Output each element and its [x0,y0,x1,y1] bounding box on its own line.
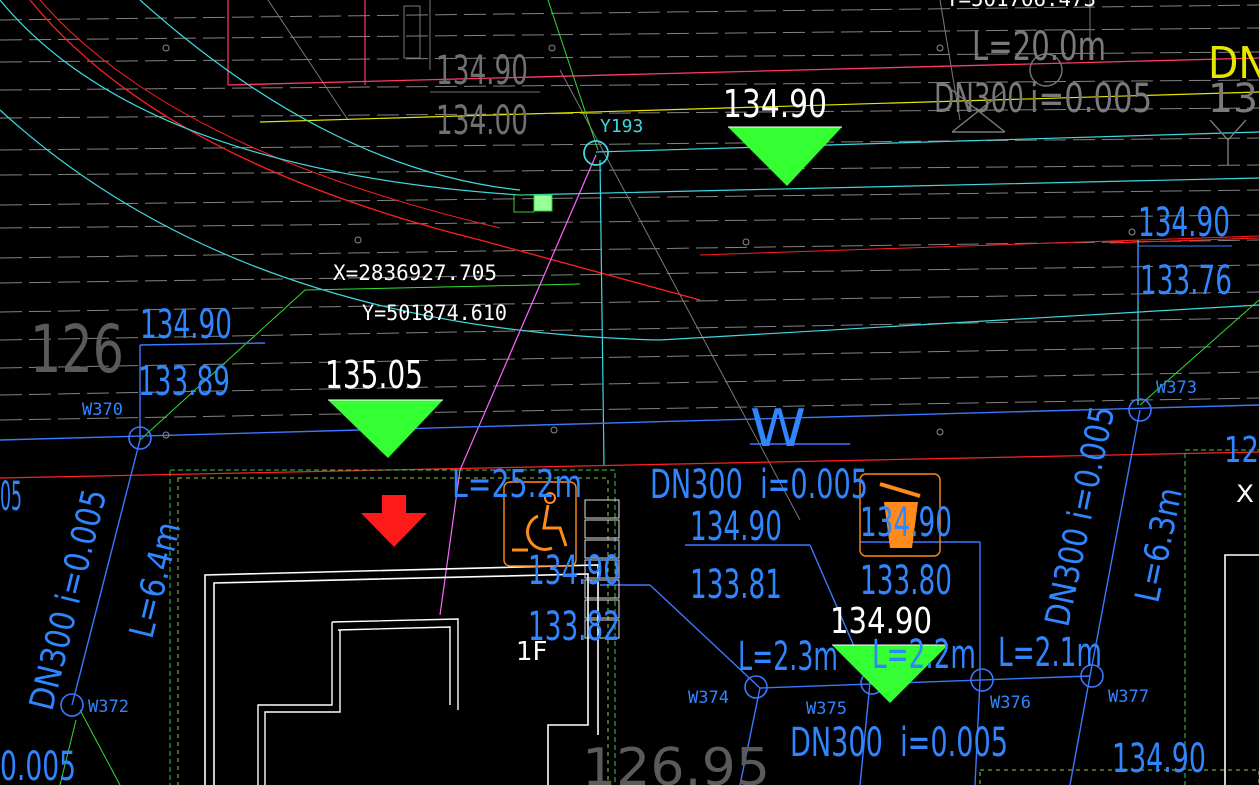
elev-mid-a-upper: 134.90 [690,504,782,550]
floor-label: 1F [516,637,548,667]
elevation-marker-left[interactable]: 135.05 [325,353,443,458]
grey-elev-b: 134.00 [436,98,528,144]
pipe-right-length: L=6.3m [1128,484,1191,606]
pipe-magenta-length: L=25.2m [452,462,582,506]
manhole-label-w376: W376 [990,693,1031,713]
elevation-triangle [328,400,443,458]
manhole-label-w373: W373 [1156,378,1197,398]
elevation-value: 134.90 [723,82,827,126]
pipe-right-vertical: DN300 i=0.005 [1038,402,1124,629]
drawing-canvas[interactable]: 134.90 135.05 134.90 X=2836927.705 Y=501… [0,0,1259,785]
elev-right-upper: 134.90 [1138,200,1230,246]
elev-mid-c-lower: 133.80 [860,558,952,604]
elevation-triangle [728,127,842,186]
elevation-marker-top[interactable]: 134.90 [723,82,842,186]
manhole-label-w377: W377 [1108,687,1149,707]
cad-drawing: 134.90 135.05 134.90 X=2836927.705 Y=501… [0,0,1259,785]
manhole-label-w375: W375 [806,699,847,719]
pipe-main-label: DN300 i=0.005 [650,462,868,508]
manhole-label-w374: W374 [688,688,729,708]
manhole-label-w372: W372 [88,697,129,717]
pipe-seg1: L=2.3m [738,634,838,680]
elev-left-edge-upper: 05 [0,474,22,520]
coordinate-y: Y=501874.610 [362,301,507,325]
pipe-seg3: L=2.1m [998,630,1102,676]
property-lines [0,0,1259,479]
elev-mid-a-lower: 133.81 [690,562,782,608]
elev-left-big: 126 [30,311,124,388]
elev-right-lower: 133.76 [1140,258,1232,304]
grey-elev-bottom: 126.95 [582,738,770,785]
pipe-left-vertical: DN300 i=0.005 [22,485,115,714]
length-20m: L=20.0m [972,24,1106,70]
valve-marker [533,194,553,212]
elev-mid-c-upper: 134.90 [860,500,952,546]
elev-left-lower: 133.89 [138,359,230,405]
elev-mid-b-upper: 134.90 [528,548,620,594]
elev-right-edge-lower: X [1236,480,1254,508]
grey-elev-a: 134.90 [436,48,528,94]
elev-left-upper: 134.90 [140,302,232,348]
pipe-w-label: W [750,399,806,459]
manhole-label-w370: W370 [82,400,123,420]
pipe-seg2: L=2.2m [872,632,976,678]
manhole-label-y193: Y193 [600,116,643,137]
entrance-arrow-icon [361,495,427,547]
top-cut-label: Y=501706.473 [946,0,1096,11]
pipe-bottom-label: DN300 i=0.005 [790,720,1008,766]
top-right-value-cut: 13 [1208,76,1258,122]
elev-bottom-right: 134.90 [1112,736,1206,782]
elev-left-edge-lower: 0.005 [0,744,76,785]
coordinate-x: X=2836927.705 [333,261,497,285]
top-pipe-slope: i=0.005 [1030,76,1152,122]
elevation-value: 135.05 [325,353,423,397]
top-pipe-dn: DN300 [934,76,1024,122]
elev-right-edge-upper: 12 [1224,430,1259,471]
pipe-left-length: L=6.4m [122,518,189,642]
